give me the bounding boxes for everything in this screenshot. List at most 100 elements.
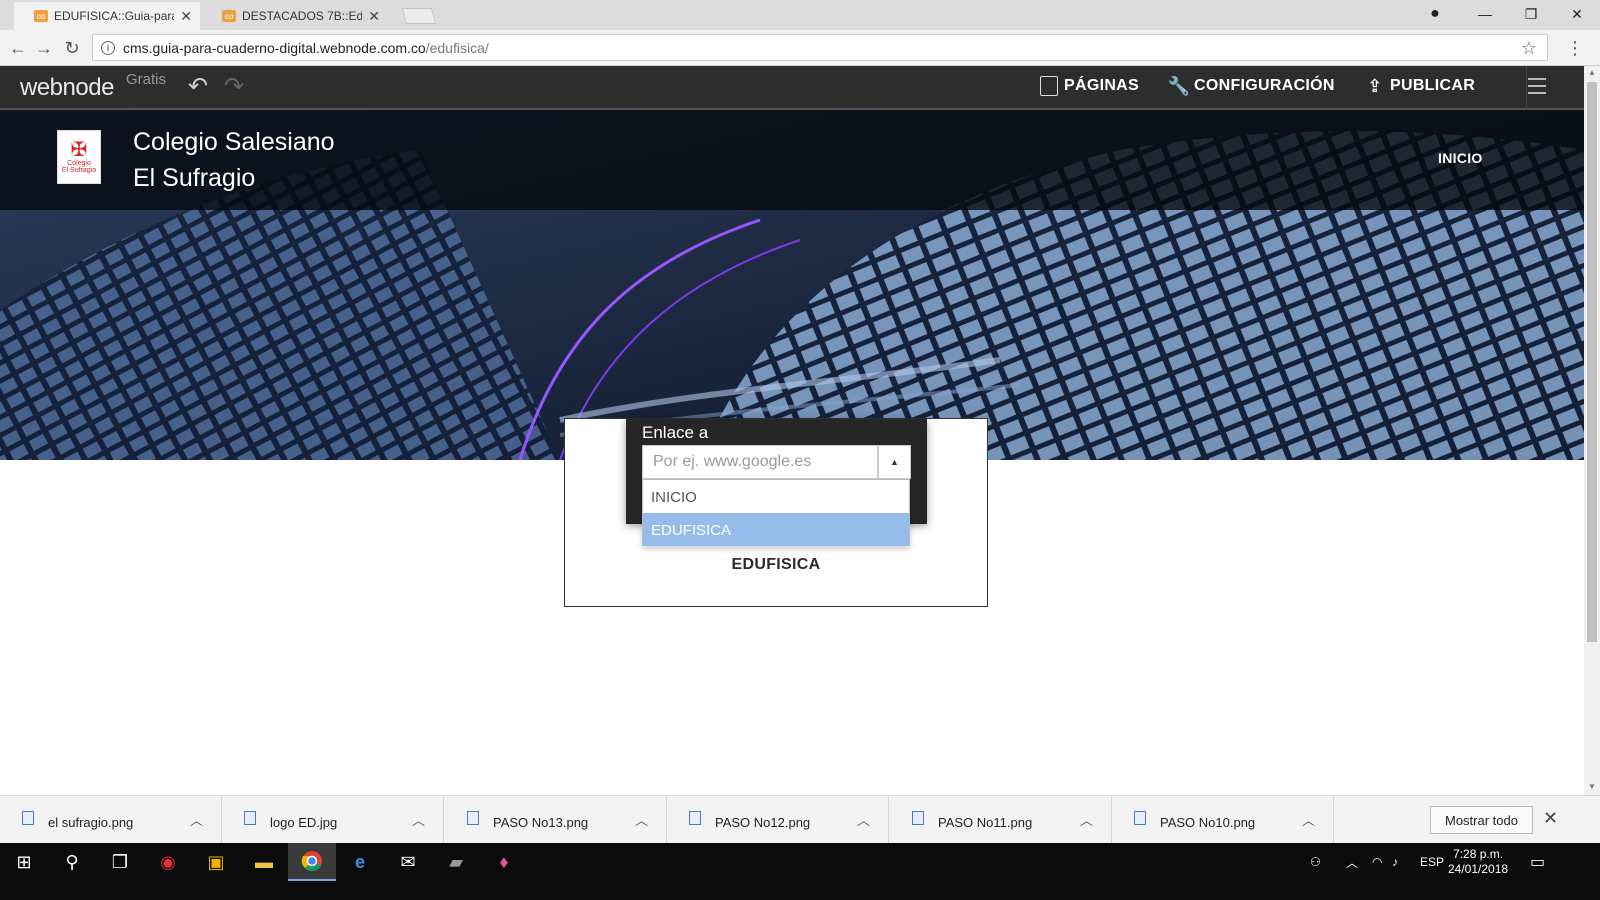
app-icon[interactable]: ▰ — [432, 843, 480, 881]
notifications-icon[interactable]: ▭ — [1530, 843, 1545, 881]
windows-start-icon[interactable]: ⊞ — [0, 843, 48, 881]
people-icon[interactable]: ⚇ — [1310, 843, 1321, 881]
download-item[interactable]: PASO No13.png ︿ — [445, 796, 667, 844]
settings-button[interactable]: 🔧 CONFIGURACIÓN — [1167, 75, 1335, 96]
link-popup-label: Enlace a — [642, 423, 709, 442]
webnode-favicon-icon: oo — [222, 10, 236, 22]
app-icon[interactable]: ▣ — [192, 843, 240, 881]
browser-tabstrip: oo EDUFISICA::Guia-para-cu ✕ oo DESTACAD… — [0, 0, 1600, 30]
internet-explorer-icon[interactable]: e — [336, 843, 384, 881]
pages-label: PÁGINAS — [1064, 77, 1139, 94]
dropdown-option-edufisica[interactable]: EDUFISICA — [643, 513, 909, 546]
logo-text: El Sufragio — [61, 167, 97, 174]
chevron-up-icon[interactable]: ︿ — [190, 810, 203, 829]
scroll-up-icon[interactable]: ▲ — [1588, 68, 1596, 77]
browser-tab-destacados[interactable]: oo DESTACADOS 7B::Edufisi ✕ — [202, 2, 388, 30]
tab-title: EDUFISICA::Guia-para-cu — [54, 9, 174, 23]
download-item[interactable]: PASO No10.png ︿ — [1112, 796, 1334, 844]
chrome-icon[interactable] — [288, 843, 336, 881]
windows-taskbar: ⊞ ⚲ ❐ ◉ ▣ ▬ e ✉ ▰ ♦ ⚇ ︿ ◠ ♪ ESP 7:28 p.m… — [0, 843, 1600, 900]
divider — [1526, 66, 1527, 110]
page-scrollbar[interactable]: ▲ ▼ — [1584, 66, 1600, 810]
system-clock[interactable]: 7:28 p.m. 24/01/2018 — [1448, 847, 1508, 877]
reload-icon[interactable]: ↻ — [60, 36, 84, 60]
downloads-shelf: el sufragio.png ︿ logo ED.jpg ︿ PASO No1… — [0, 795, 1600, 844]
download-item[interactable]: el sufragio.png ︿ — [0, 796, 222, 844]
download-filename: el sufragio.png — [48, 815, 134, 830]
hamburger-menu-icon[interactable] — [1528, 78, 1546, 99]
site-header: ✠ Colegio El Sufragio Colegio Salesiano … — [0, 110, 1584, 210]
hero-banner[interactable]: ✠ Colegio El Sufragio Colegio Salesiano … — [0, 110, 1584, 460]
close-tab-icon[interactable]: ✕ — [368, 8, 380, 25]
app-icon[interactable]: ◉ — [144, 843, 192, 881]
minimize-icon[interactable]: — — [1462, 0, 1508, 28]
undo-icon[interactable]: ↶ — [188, 72, 208, 101]
wifi-icon[interactable]: ◠ — [1372, 843, 1382, 881]
close-window-icon[interactable]: ✕ — [1554, 0, 1600, 28]
task-view-icon[interactable]: ❐ — [96, 843, 144, 881]
webnode-favicon-icon: oo — [34, 10, 48, 22]
pages-icon — [1040, 76, 1058, 96]
image-file-icon — [689, 811, 701, 825]
chrome-logo-icon — [301, 851, 322, 872]
download-item[interactable]: PASO No12.png ︿ — [667, 796, 889, 844]
download-filename: PASO No11.png — [938, 815, 1033, 830]
site-title[interactable]: Colegio Salesiano El Sufragio — [133, 124, 335, 196]
info-icon[interactable]: i — [101, 40, 115, 55]
image-file-icon — [244, 811, 256, 825]
download-filename: logo ED.jpg — [270, 815, 338, 830]
download-item[interactable]: PASO No11.png ︿ — [890, 796, 1112, 844]
pages-button[interactable]: PÁGINAS — [1040, 76, 1139, 96]
image-file-icon — [912, 811, 924, 825]
redo-icon[interactable]: ↷ — [224, 72, 244, 101]
search-icon[interactable]: ⚲ — [48, 843, 96, 881]
salesian-logo-icon: ✠ — [70, 139, 88, 161]
publish-label: PUBLICAR — [1390, 77, 1476, 94]
new-tab-button[interactable] — [401, 8, 437, 24]
restore-icon[interactable]: ❐ — [1508, 0, 1554, 28]
image-file-icon — [467, 811, 479, 825]
screen: oo EDUFISICA::Guia-para-cu ✕ oo DESTACAD… — [0, 0, 1600, 900]
publish-button[interactable]: ⇪ PUBLICAR — [1366, 76, 1475, 96]
wrench-icon: 🔧 — [1167, 75, 1191, 96]
scroll-down-icon[interactable]: ▼ — [1588, 782, 1596, 791]
webnode-logo[interactable]: webnode — [20, 74, 114, 102]
mail-icon[interactable]: ✉ — [384, 843, 432, 881]
url-host: cms.guia-para-cuaderno-digital.webnode.c… — [123, 39, 426, 56]
back-arrow-icon[interactable]: ← — [6, 36, 30, 60]
show-all-downloads-button[interactable]: Mostrar todo — [1430, 806, 1533, 834]
tab-title: DESTACADOS 7B::Edufisi — [242, 9, 363, 23]
chevron-up-icon[interactable]: ︿ — [1346, 843, 1358, 881]
plan-badge: Gratis — [126, 71, 167, 88]
webnode-editor-bar: webnode Gratis ↶ ↷ PÁGINAS 🔧 CONFIGURACI… — [0, 66, 1584, 110]
download-item[interactable]: logo ED.jpg ︿ — [222, 796, 444, 844]
address-bar[interactable]: i cms.guia-para-cuaderno-digital.webnode… — [92, 34, 1548, 61]
input-language[interactable]: ESP — [1420, 843, 1444, 881]
download-filename: PASO No12.png — [715, 815, 811, 830]
chevron-up-icon[interactable]: ︿ — [412, 810, 425, 829]
download-filename: PASO No13.png — [493, 815, 589, 830]
profile-icon[interactable]: ● — [1412, 0, 1458, 28]
upload-icon: ⇪ — [1367, 75, 1383, 96]
site-logo[interactable]: ✠ Colegio El Sufragio — [57, 130, 101, 184]
chevron-up-icon[interactable]: ︿ — [1302, 810, 1315, 829]
browser-tab-edufisica[interactable]: oo EDUFISICA::Guia-para-cu ✕ — [14, 2, 200, 30]
bookmark-star-icon[interactable]: ☆ — [1521, 38, 1537, 59]
chevron-up-icon[interactable]: ︿ — [1080, 810, 1093, 829]
link-url-input[interactable]: Por ej. www.google.es — [642, 445, 878, 479]
dropdown-option-inicio[interactable]: INICIO — [643, 480, 909, 513]
site-nav-inicio[interactable]: INICIO — [1438, 150, 1483, 166]
chevron-up-icon[interactable]: ︿ — [635, 810, 648, 829]
close-tab-icon[interactable]: ✕ — [180, 8, 192, 25]
clock-date: 24/01/2018 — [1448, 862, 1509, 876]
maps-pin-icon[interactable]: ♦ — [480, 843, 528, 881]
scroll-thumb[interactable] — [1587, 82, 1597, 642]
forward-arrow-icon[interactable]: → — [32, 36, 56, 60]
chevron-up-icon[interactable]: ︿ — [857, 810, 870, 829]
browser-menu-icon[interactable]: ⋮ — [1566, 38, 1584, 59]
dropdown-caret-up-icon[interactable]: ▲ — [878, 445, 911, 479]
download-filename: PASO No10.png — [1160, 815, 1256, 830]
file-explorer-icon[interactable]: ▬ — [240, 843, 288, 881]
close-downloads-icon[interactable]: ✕ — [1543, 808, 1558, 829]
volume-icon[interactable]: ♪ — [1392, 843, 1398, 881]
